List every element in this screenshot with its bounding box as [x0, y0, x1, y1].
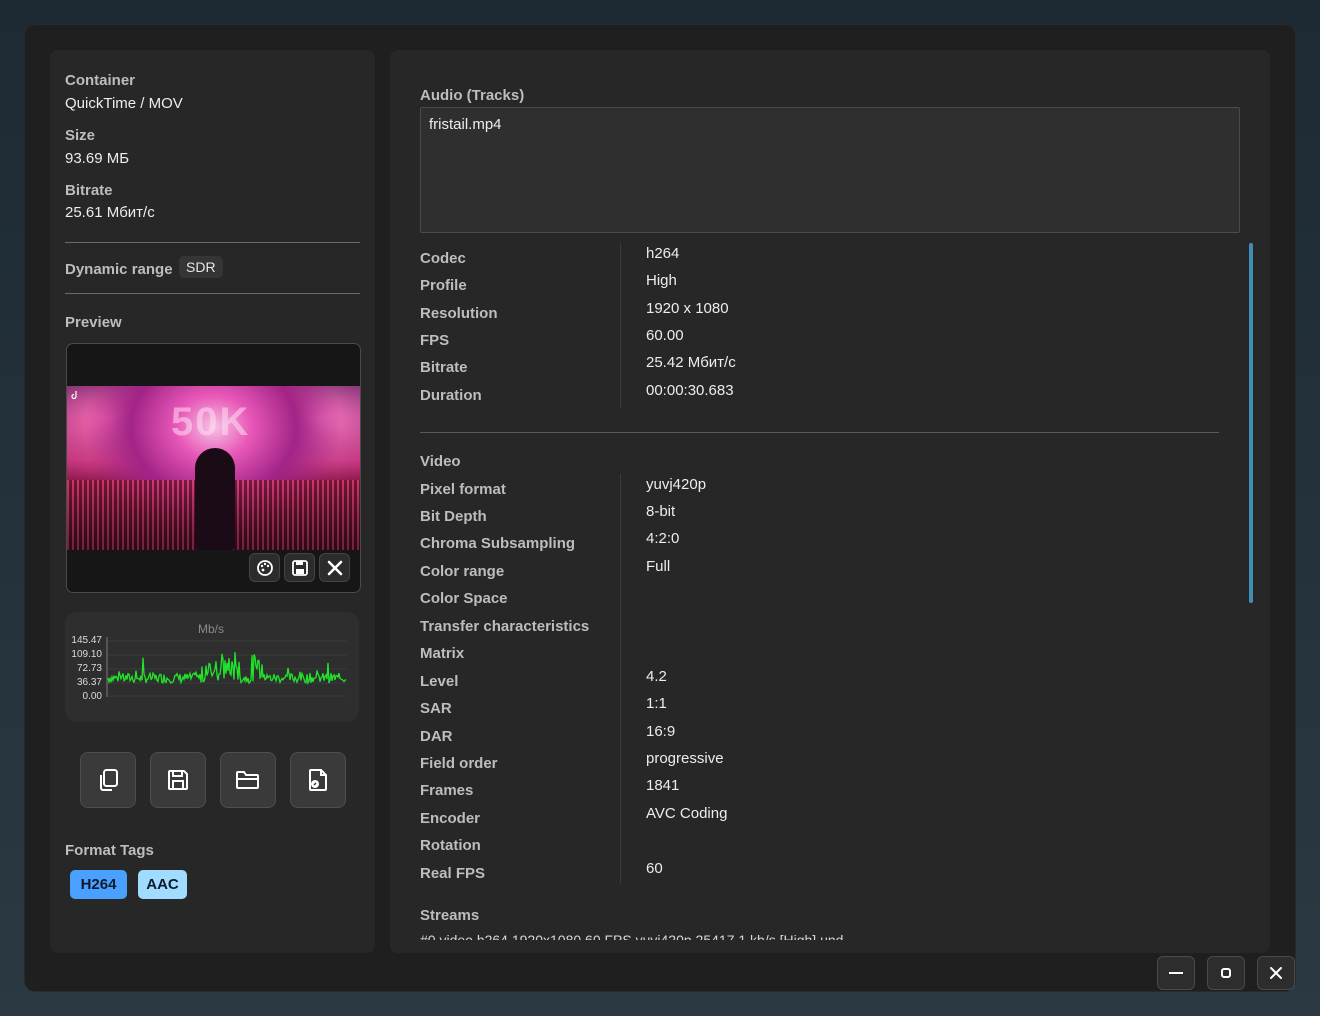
- save-button[interactable]: [150, 752, 206, 808]
- palette-button[interactable]: [249, 553, 280, 582]
- matrix-label: Matrix: [420, 645, 465, 662]
- stream-text: #0 video h264 1920x1080 60 FPS yuvj420p …: [420, 932, 844, 940]
- graph-y-axis: 145.47 109.10 72.73 36.37 0.00: [71, 634, 102, 704]
- bitrate-label: Bitrate: [65, 182, 113, 199]
- color-space-label: Color Space: [420, 590, 508, 607]
- bitrate-value: 25.42 Мбит/с: [646, 354, 736, 371]
- fps-label: FPS: [420, 332, 450, 349]
- codec-label: Codec: [420, 250, 466, 267]
- size-value: 93.69 МБ: [65, 150, 130, 167]
- field-order-value: progressive: [646, 750, 724, 767]
- save-icon: [291, 559, 308, 576]
- dynamic-range-label: Dynamic range: [65, 261, 173, 278]
- palette-icon: [256, 559, 273, 576]
- bitrate-line: [107, 652, 347, 685]
- level-label: Level: [420, 673, 459, 690]
- audio-tracks-label: Audio (Tracks): [420, 87, 525, 104]
- audio-tracks-list[interactable]: fristail.mp4: [420, 107, 1240, 233]
- close-preview-button[interactable]: [319, 553, 350, 582]
- container-label: Container: [65, 72, 136, 89]
- close-window-button[interactable]: [1257, 956, 1295, 990]
- y-tick: 0.00: [82, 691, 102, 702]
- duration-label: Duration: [420, 387, 482, 404]
- column-divider: [620, 474, 621, 884]
- sar-value: 1:1: [646, 695, 667, 712]
- graph-unit-label: Mb/s: [198, 622, 225, 636]
- color-range-value: Full: [646, 558, 671, 575]
- folder-icon: [236, 771, 259, 789]
- resolution-value: 1920 x 1080: [646, 300, 729, 317]
- preview-overlay-text: 50K: [171, 400, 251, 444]
- copy-icon: [100, 769, 118, 791]
- sar-label: SAR: [420, 700, 452, 717]
- y-tick: 145.47: [71, 635, 102, 646]
- preview-thumbnail: 50K: [67, 386, 360, 550]
- profile-value: High: [646, 272, 677, 289]
- open-folder-button[interactable]: [220, 752, 276, 808]
- streams-label: Streams: [420, 907, 480, 924]
- y-tick: 109.10: [71, 649, 102, 660]
- export-report-button[interactable]: [290, 752, 346, 808]
- preview-label: Preview: [65, 314, 122, 331]
- pixel-format-value: yuvj420p: [646, 476, 707, 493]
- tag-aac: AAC: [138, 870, 187, 899]
- frames-value: 1841: [646, 777, 680, 794]
- minimize-button[interactable]: [1157, 956, 1195, 990]
- codec-value: h264: [646, 245, 680, 262]
- tiktok-watermark-icon: [70, 390, 80, 403]
- video-section-label: Video: [420, 453, 461, 470]
- encoder-value: AVC Coding: [646, 805, 728, 822]
- pixel-format-label: Pixel format: [420, 481, 506, 498]
- maximize-icon: [1221, 968, 1231, 978]
- transfer-characteristics-label: Transfer characteristics: [420, 618, 590, 635]
- copy-button[interactable]: [80, 752, 136, 808]
- y-tick: 36.37: [76, 677, 102, 688]
- tag-h264: H264: [70, 870, 127, 899]
- encoder-label: Encoder: [420, 810, 481, 827]
- profile-label: Profile: [420, 277, 467, 294]
- rotation-label: Rotation: [420, 837, 481, 854]
- save-icon: [168, 770, 188, 790]
- chroma-subsampling-label: Chroma Subsampling: [420, 535, 576, 552]
- preview-frame: 50K: [66, 343, 361, 593]
- audio-track-item[interactable]: fristail.mp4: [429, 116, 502, 133]
- frames-label: Frames: [420, 782, 474, 799]
- duration-value: 00:00:30.683: [646, 382, 734, 399]
- divider: [420, 432, 1219, 433]
- resolution-label: Resolution: [420, 305, 498, 322]
- dynamic-range-badge: SDR: [179, 256, 223, 278]
- column-divider: [620, 243, 621, 408]
- chroma-subsampling-value: 4:2:0: [646, 530, 680, 547]
- minimize-icon: [1169, 972, 1183, 974]
- bitrate-value: 25.61 Мбит/с: [65, 204, 155, 221]
- bitrate-label: Bitrate: [420, 359, 468, 376]
- divider: [65, 242, 360, 243]
- y-tick: 72.73: [76, 663, 102, 674]
- bitrate-graph: Mb/s 145.47 109.10 72.73 36.37 0.00: [65, 612, 359, 722]
- maximize-button[interactable]: [1207, 956, 1245, 990]
- close-icon: [1270, 967, 1282, 979]
- preview-figure: [195, 448, 235, 550]
- scrollbar-thumb[interactable]: [1249, 243, 1253, 603]
- real-fps-label: Real FPS: [420, 865, 486, 882]
- fps-value: 60.00: [646, 327, 684, 344]
- container-value: QuickTime / MOV: [65, 95, 183, 112]
- field-order-label: Field order: [420, 755, 498, 772]
- stream-line: #0 video h264 1920x1080 60 FPS yuvj420p …: [420, 932, 920, 940]
- real-fps-value: 60: [646, 860, 663, 877]
- dar-value: 16:9: [646, 723, 676, 740]
- save-frame-button[interactable]: [284, 553, 315, 582]
- close-icon: [327, 560, 342, 575]
- dar-label: DAR: [420, 728, 453, 745]
- bit-depth-label: Bit Depth: [420, 508, 487, 525]
- format-tags-label: Format Tags: [65, 842, 154, 859]
- divider: [65, 293, 360, 294]
- bit-depth-value: 8-bit: [646, 503, 676, 520]
- color-range-label: Color range: [420, 563, 505, 580]
- size-label: Size: [65, 127, 96, 144]
- file-export-icon: [309, 769, 327, 791]
- level-value: 4.2: [646, 668, 667, 685]
